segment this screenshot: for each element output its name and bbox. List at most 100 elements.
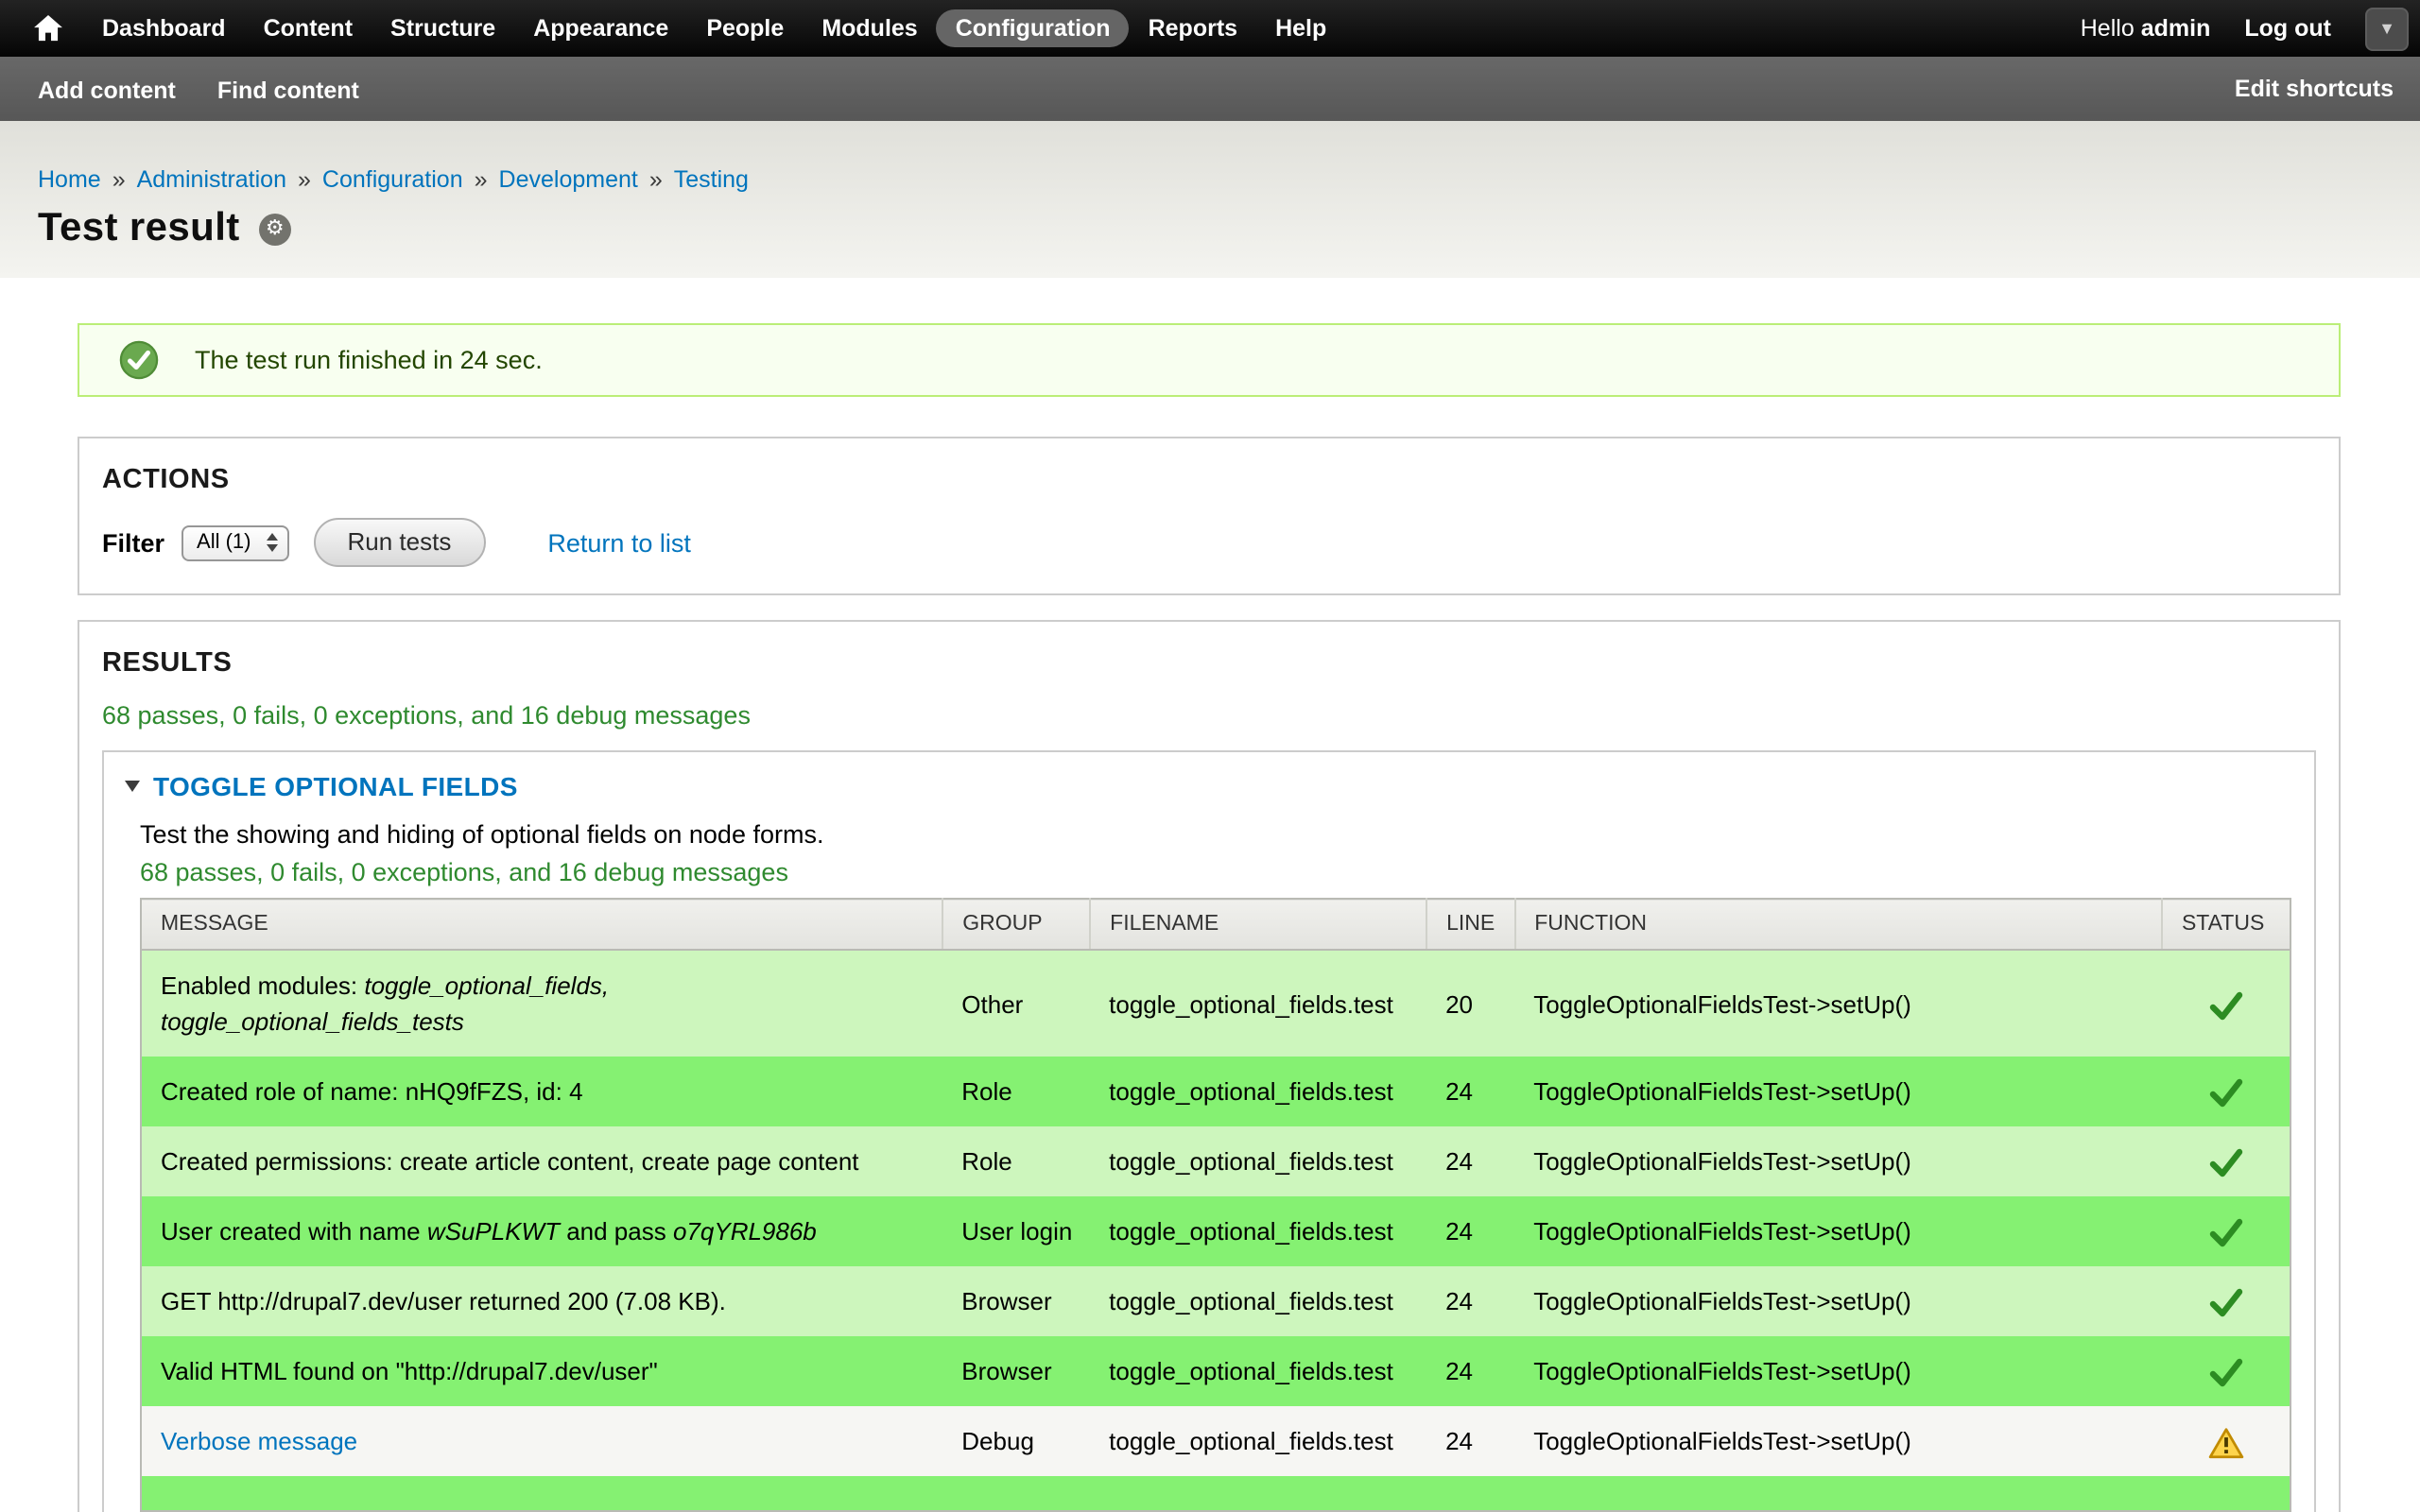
results-panel: RESULTS 68 passes, 0 fails, 0 exceptions… <box>78 620 2341 1512</box>
status-cell <box>2162 1336 2290 1406</box>
group-cell: Browser <box>942 1266 1090 1336</box>
function-cell: ToggleOptionalFieldsTest->setUp() <box>1514 950 2162 1057</box>
message-cell: Valid HTML found on "http://drupal7.dev/… <box>141 1336 942 1406</box>
logout-link[interactable]: Log out <box>2244 15 2331 42</box>
filename-cell: toggle_optional_fields.test <box>1090 1406 1426 1476</box>
message-cell: Created permissions: create article cont… <box>141 1126 942 1196</box>
filter-select-value: All (1) <box>197 531 251 554</box>
line-cell: 20 <box>1426 950 1514 1057</box>
page-title: Test result <box>38 206 240 251</box>
toolbar-item-help[interactable]: Help <box>1256 9 1345 47</box>
table-row: Created permissions: create article cont… <box>141 1126 2290 1196</box>
breadcrumb: Home»Administration»Configuration»Develo… <box>38 166 2382 193</box>
status-cell <box>2162 1196 2290 1266</box>
message-cell: User created with name wSuPLKWT and pass… <box>141 1196 942 1266</box>
page: DashboardContentStructureAppearancePeopl… <box>0 0 2420 1512</box>
breadcrumb-link-administration[interactable]: Administration <box>137 166 286 193</box>
toolbar-item-reports[interactable]: Reports <box>1130 9 1256 47</box>
filter-row: Filter All (1) Run tests Return to list <box>102 518 2316 567</box>
status-message-text: The test run finished in 24 sec. <box>195 346 543 374</box>
results-table-header-row: MESSAGEGROUPFILENAMELINEFUNCTIONSTATUS <box>141 899 2290 950</box>
function-cell: ToggleOptionalFieldsTest->setUp() <box>1514 1336 2162 1406</box>
status-cell <box>2162 950 2290 1057</box>
return-to-list-link[interactable]: Return to list <box>547 528 691 557</box>
message-text: o7qYRL986b <box>673 1217 817 1246</box>
breadcrumb-link-configuration[interactable]: Configuration <box>322 166 463 193</box>
toolbar-account-area: Hello admin Log out ▼ <box>2081 7 2409 50</box>
status-cell <box>2162 1126 2290 1196</box>
message-text: and pass <box>560 1217 673 1246</box>
toolbar-item-modules[interactable]: Modules <box>803 9 936 47</box>
message-text: wSuPLKWT <box>427 1217 560 1246</box>
shortcuts-list: Add content Find content <box>38 75 401 103</box>
group-cell: Browser <box>942 1336 1090 1406</box>
table-row: Enabled modules: toggle_optional_fields,… <box>141 950 2290 1057</box>
greeting-text: Hello admin <box>2081 15 2211 42</box>
filename-cell: toggle_optional_fields.test <box>1090 950 1426 1057</box>
function-cell: ToggleOptionalFieldsTest->setUp() <box>1514 1126 2162 1196</box>
test-group-title-link[interactable]: TOGGLE OPTIONAL FIELDS <box>153 771 518 801</box>
edit-shortcuts-link[interactable]: Edit shortcuts <box>2235 76 2394 102</box>
test-group-summary: 68 passes, 0 fails, 0 exceptions, and 16… <box>140 858 2291 886</box>
check-icon <box>2207 989 2243 1022</box>
breadcrumb-separator: » <box>112 166 126 193</box>
toolbar-item-structure[interactable]: Structure <box>372 9 514 47</box>
home-icon[interactable] <box>23 9 72 47</box>
line-cell: 24 <box>1426 1336 1514 1406</box>
admin-toolbar: DashboardContentStructureAppearancePeopl… <box>0 0 2420 57</box>
greeting-prefix: Hello <box>2081 15 2135 42</box>
filter-select[interactable]: All (1) <box>182 524 288 560</box>
toolbar-item-people[interactable]: People <box>687 9 803 47</box>
verbose-message-link[interactable]: Verbose message <box>161 1427 357 1455</box>
line-cell: 24 <box>1426 1196 1514 1266</box>
shortcut-find-content[interactable]: Find content <box>217 77 359 103</box>
check-icon <box>2207 1357 2243 1389</box>
test-group-description: Test the showing and hiding of optional … <box>140 820 2291 849</box>
breadcrumb-separator: » <box>475 166 488 193</box>
column-header-status: STATUS <box>2162 899 2290 950</box>
group-cell: Role <box>942 1057 1090 1126</box>
column-header-line: LINE <box>1426 899 1514 950</box>
toolbar-item-dashboard[interactable]: Dashboard <box>83 9 245 47</box>
breadcrumb-link-home[interactable]: Home <box>38 166 101 193</box>
toolbar-toggle-button[interactable]: ▼ <box>2365 7 2409 50</box>
toolbar-item-content[interactable]: Content <box>245 9 372 47</box>
filename-cell <box>1090 1476 1426 1511</box>
collapse-arrow-icon <box>125 781 140 792</box>
results-table: MESSAGEGROUPFILENAMELINEFUNCTIONSTATUS E… <box>140 898 2291 1512</box>
message-text: GET http://drupal7.dev/user returned 200… <box>161 1287 726 1315</box>
line-cell <box>1426 1476 1514 1511</box>
toolbar-item-configuration[interactable]: Configuration <box>937 9 1130 47</box>
status-message: The test run finished in 24 sec. <box>78 323 2341 397</box>
group-cell: Debug <box>942 1406 1090 1476</box>
line-cell: 24 <box>1426 1406 1514 1476</box>
status-cell <box>2162 1406 2290 1476</box>
table-row <box>141 1476 2290 1511</box>
line-cell: 24 <box>1426 1057 1514 1126</box>
message-text: toggle_optional_fields_tests <box>161 1007 464 1036</box>
breadcrumb-link-testing[interactable]: Testing <box>674 166 749 193</box>
filename-cell: toggle_optional_fields.test <box>1090 1057 1426 1126</box>
filename-cell: toggle_optional_fields.test <box>1090 1196 1426 1266</box>
breadcrumb-link-development[interactable]: Development <box>499 166 638 193</box>
function-cell: ToggleOptionalFieldsTest->setUp() <box>1514 1266 2162 1336</box>
status-cell <box>2162 1266 2290 1336</box>
message-cell <box>141 1476 942 1511</box>
column-header-function: FUNCTION <box>1514 899 2162 950</box>
toolbar-item-appearance[interactable]: Appearance <box>514 9 687 47</box>
message-cell: Enabled modules: toggle_optional_fields,… <box>141 950 942 1057</box>
table-row: GET http://drupal7.dev/user returned 200… <box>141 1266 2290 1336</box>
actions-panel: ACTIONS Filter All (1) Run tests Return … <box>78 437 2341 595</box>
column-header-group: GROUP <box>942 899 1090 950</box>
success-check-icon <box>119 340 159 380</box>
gear-icon[interactable]: ⚙ <box>259 213 291 245</box>
line-cell: 24 <box>1426 1126 1514 1196</box>
run-tests-button[interactable]: Run tests <box>314 518 486 567</box>
shortcut-add-content[interactable]: Add content <box>38 77 176 103</box>
message-cell: GET http://drupal7.dev/user returned 200… <box>141 1266 942 1336</box>
toolbar-menu: DashboardContentStructureAppearancePeopl… <box>83 9 1345 47</box>
filename-cell: toggle_optional_fields.test <box>1090 1126 1426 1196</box>
line-cell: 24 <box>1426 1266 1514 1336</box>
message-text: Created role of name: nHQ9fFZS, id: 4 <box>161 1077 583 1106</box>
table-row: Valid HTML found on "http://drupal7.dev/… <box>141 1336 2290 1406</box>
